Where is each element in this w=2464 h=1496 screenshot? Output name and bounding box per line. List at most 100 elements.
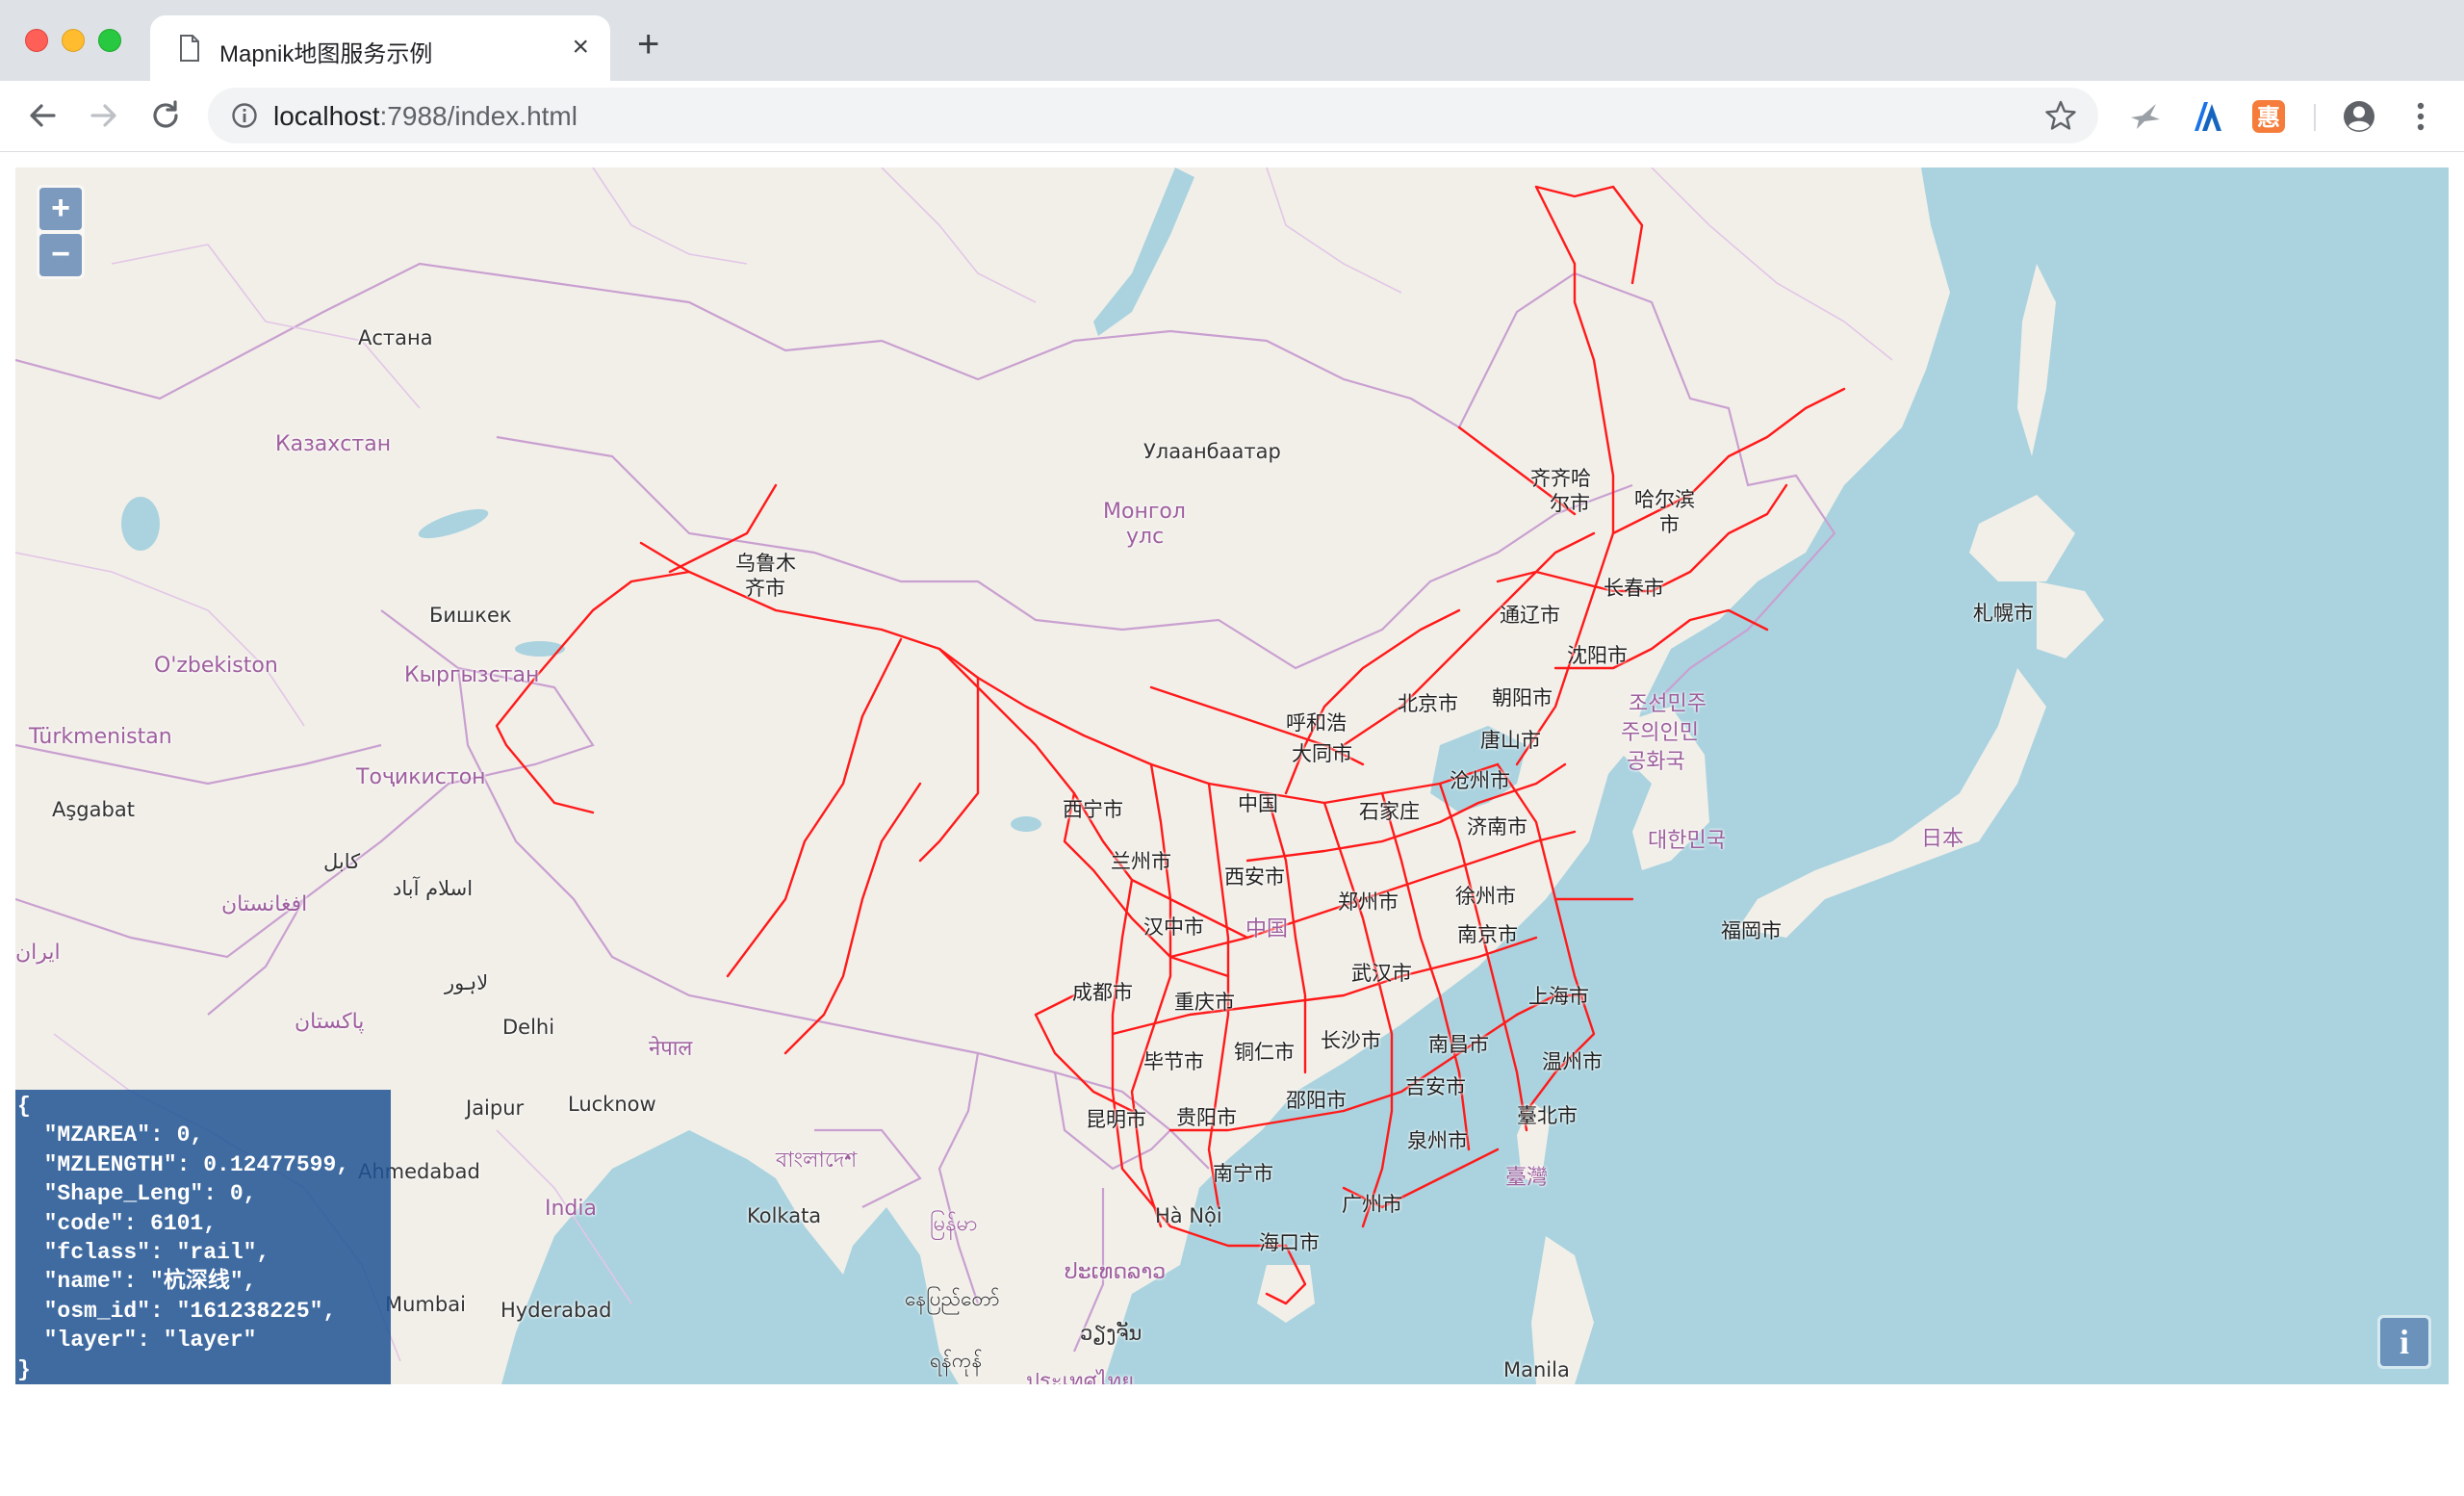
label-urumqi-1: 乌鲁木: [735, 552, 796, 575]
tab-close-icon[interactable]: ×: [572, 33, 589, 62]
bookmark-star-icon[interactable]: [2044, 99, 2077, 132]
label-chaoyang: 朝阳市: [1492, 686, 1553, 709]
label-chengdu: 成都市: [1072, 981, 1133, 1004]
label-shaoyang: 邵阳市: [1286, 1089, 1347, 1112]
extension-orange-icon[interactable]: 惠: [2250, 98, 2287, 135]
label-kabul: کابل: [323, 850, 361, 873]
back-icon[interactable]: [23, 96, 62, 135]
label-hyderabad: Hyderabad: [500, 1299, 612, 1322]
label-north-korea-1: 조선민주: [1629, 692, 1707, 716]
address-bar[interactable]: localhost:7988/index.html: [208, 88, 2098, 143]
sakhalin: [2017, 264, 2056, 456]
attribution-button[interactable]: i: [2377, 1315, 2431, 1369]
label-north-korea-3: 공화국: [1627, 750, 1685, 774]
label-xining: 西宁市: [1063, 798, 1123, 821]
label-bishkek: Бишкек: [429, 604, 512, 627]
info-icon[interactable]: [231, 102, 258, 129]
label-hanoi: Hà Nội: [1155, 1204, 1222, 1227]
label-guangzhou: 广州市: [1342, 1193, 1402, 1216]
maximize-window-button[interactable]: [98, 29, 121, 52]
json-line: "name": "杭深线",: [17, 1269, 257, 1295]
label-quanzhou: 泉州市: [1407, 1129, 1468, 1152]
label-guiyang: 贵阳市: [1176, 1106, 1237, 1129]
active-tab[interactable]: Mapnik地图服务示例 ×: [150, 15, 610, 81]
aral-sea: [121, 497, 160, 551]
label-lahore: لاہور: [445, 971, 489, 994]
label-tajikistan: Тоҷикистон: [356, 765, 486, 789]
label-vientiane: ວຽງຈັນ: [1080, 1322, 1142, 1345]
label-pakistan: پاکستان: [295, 1010, 365, 1034]
label-chongqing: 重庆市: [1174, 991, 1235, 1014]
label-qiqihar-1: 齐齐哈: [1530, 467, 1591, 490]
zoom-in-button[interactable]: +: [39, 188, 82, 230]
label-thailand: ประเทศไทย: [1026, 1370, 1135, 1384]
label-jaipur: Jaipur: [466, 1096, 525, 1120]
label-cangzhou: 沧州市: [1450, 769, 1510, 792]
menu-kebab-icon[interactable]: [2402, 98, 2439, 135]
label-taipei: 臺北市: [1517, 1104, 1578, 1127]
label-haikou: 海口市: [1259, 1231, 1320, 1254]
json-line: "code": 6101,: [17, 1210, 218, 1236]
label-nanning: 南宁市: [1213, 1162, 1273, 1185]
label-ashgabat: Aşgabat: [52, 798, 135, 821]
label-changsha: 长沙市: [1321, 1029, 1381, 1052]
toolbar-separator: [2314, 104, 2316, 131]
map-viewport[interactable]: Астана Казахстан Улаанбаатар Монгол улс …: [15, 168, 2449, 1384]
json-line: "layer": "layer": [17, 1328, 257, 1354]
profile-avatar-icon[interactable]: [2341, 98, 2377, 135]
json-line: "MZAREA": 0,: [17, 1122, 204, 1148]
browser-toolbar: localhost:7988/index.html 惠: [0, 81, 2464, 152]
label-mongolia-1: Монгол: [1103, 500, 1186, 524]
label-lanzhou: 兰州市: [1111, 850, 1171, 873]
json-line: "fclass": "rail",: [17, 1240, 270, 1266]
label-hanzhong: 汉中市: [1143, 916, 1204, 939]
close-window-button[interactable]: [25, 29, 48, 52]
label-myanmar: မြန်မာ: [930, 1212, 978, 1236]
label-yinchuan: 中国: [1238, 792, 1278, 815]
label-lucknow: Lucknow: [568, 1093, 656, 1116]
label-mongolia-2: улс: [1126, 525, 1165, 549]
label-bangladesh: বাংলাদেশ: [776, 1148, 858, 1173]
url-path: :7988/index.html: [379, 101, 578, 131]
label-zhengzhou: 郑州市: [1338, 890, 1399, 914]
label-xuzhou: 徐州市: [1455, 885, 1516, 908]
url-host: localhost: [273, 101, 380, 131]
reload-icon[interactable]: [146, 96, 185, 135]
label-islamabad: اسلام آباد: [393, 877, 474, 900]
label-astana: Астана: [358, 326, 433, 349]
label-datong: 大同市: [1292, 742, 1352, 765]
label-harbin-2: 市: [1659, 513, 1680, 536]
url-text: localhost:7988/index.html: [273, 101, 578, 132]
label-kolkata: Kolkata: [747, 1204, 822, 1227]
extension-bird-icon[interactable]: [2127, 98, 2164, 135]
json-line: "MZLENGTH": 0.12477599,: [17, 1151, 350, 1177]
new-tab-button[interactable]: +: [637, 25, 659, 64]
label-fukuoka: 福岡市: [1721, 919, 1782, 942]
label-iran: ایران: [15, 941, 61, 965]
hokkaido: [1969, 495, 2075, 581]
label-south-korea: 대한민국: [1648, 829, 1726, 853]
label-wuhan: 武汉市: [1351, 962, 1412, 985]
forward-icon[interactable]: [85, 96, 123, 135]
label-tongliao: 通辽市: [1500, 604, 1560, 627]
json-close-brace: }: [17, 1356, 31, 1382]
label-hohhot: 呼和浩: [1286, 711, 1347, 735]
label-nanchang: 南昌市: [1428, 1033, 1489, 1056]
json-line: "Shape_Leng": 0,: [17, 1181, 257, 1207]
label-uzbekistan: O'zbekiston: [154, 654, 278, 678]
label-kunming: 昆明市: [1086, 1108, 1146, 1131]
label-yangon: ရန်ကုန်: [930, 1349, 983, 1372]
svg-text:惠: 惠: [2257, 104, 2280, 131]
bay-of-bengal: [631, 1236, 862, 1384]
label-ulaanbaatar: Улаанбаатар: [1143, 440, 1281, 463]
label-sapporo: 札幌市: [1973, 602, 2034, 625]
extension-lambda-icon[interactable]: [2189, 98, 2225, 135]
label-afghanistan: افغانستان: [221, 892, 308, 916]
label-mumbai: Mumbai: [385, 1293, 466, 1316]
minimize-window-button[interactable]: [62, 29, 85, 52]
label-nanjing: 南京市: [1457, 923, 1518, 946]
japan-islands: [1738, 581, 2104, 938]
label-shenyang: 沈阳市: [1567, 644, 1628, 667]
zoom-out-button[interactable]: −: [39, 234, 82, 276]
label-beijing: 北京市: [1398, 692, 1458, 715]
